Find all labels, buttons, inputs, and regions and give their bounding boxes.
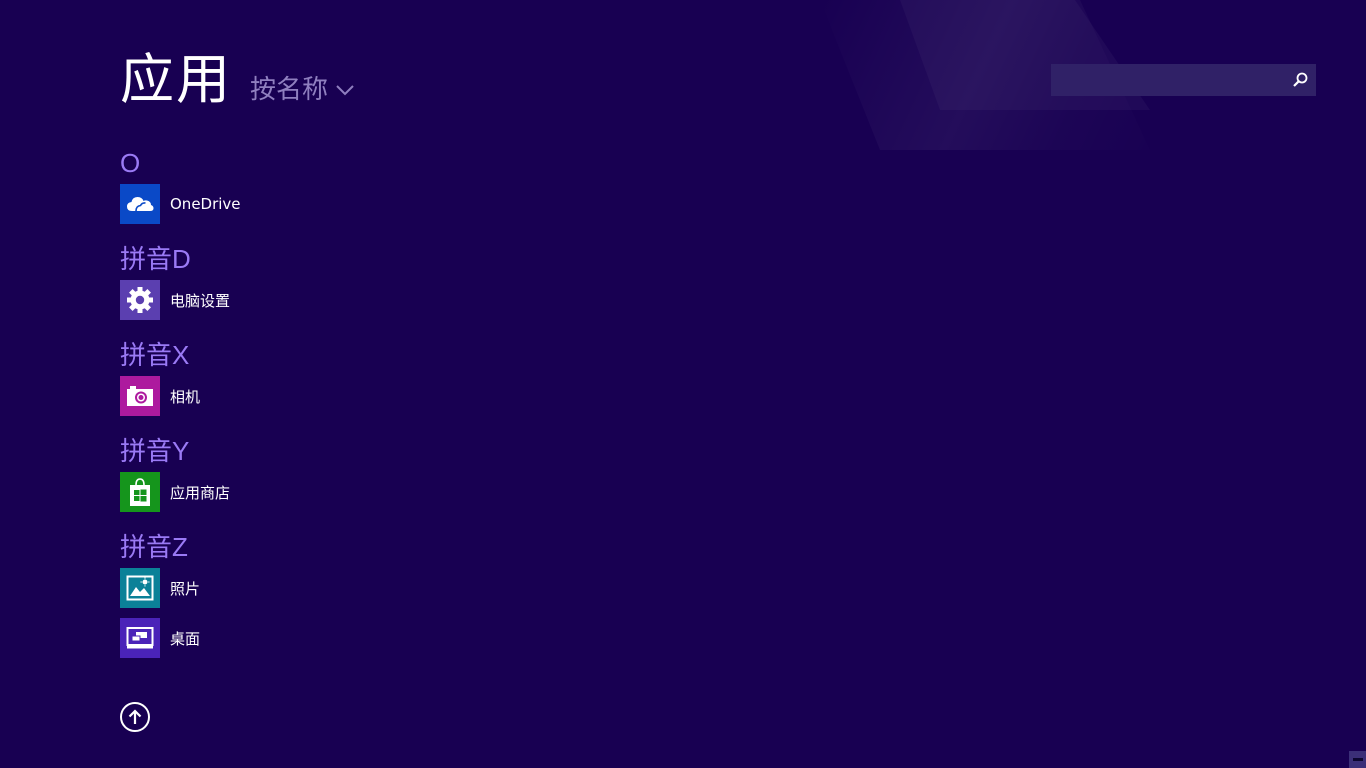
app-store[interactable]: 应用商店 bbox=[120, 472, 241, 512]
app-label-desktop: 桌面 bbox=[170, 629, 201, 648]
group-header-y[interactable]: 拼音Y bbox=[120, 436, 241, 466]
group-header-x[interactable]: 拼音X bbox=[120, 340, 241, 370]
app-list: O OneDrive 拼音D 电脑设置 拼音X 相机 拼音Y 应用商店 拼音Z … bbox=[120, 148, 241, 678]
search-icon bbox=[1293, 72, 1308, 87]
app-pc-settings[interactable]: 电脑设置 bbox=[120, 280, 241, 320]
search-input[interactable] bbox=[1051, 65, 1284, 95]
store-bag-icon bbox=[130, 478, 150, 506]
group-header-z[interactable]: 拼音Z bbox=[120, 532, 241, 562]
app-camera[interactable]: 相机 bbox=[120, 376, 241, 416]
desktop-icon bbox=[126, 627, 154, 649]
page-title: 应用 bbox=[120, 48, 232, 111]
group-z: 拼音Z 照片 桌面 bbox=[120, 532, 241, 658]
app-label-onedrive: OneDrive bbox=[170, 195, 241, 213]
app-photos[interactable]: 照片 bbox=[120, 568, 241, 608]
desktop-tile bbox=[120, 618, 160, 658]
start-apps-view: 应用 按名称 O OneDrive 拼音D 电脑设置 拼音X 相机 拼音Y 应用… bbox=[0, 0, 1366, 768]
app-desktop[interactable]: 桌面 bbox=[120, 618, 241, 658]
cloud-icon bbox=[127, 197, 154, 212]
gear-icon bbox=[127, 287, 153, 313]
apps-header: 应用 按名称 bbox=[120, 48, 354, 112]
photos-tile bbox=[120, 568, 160, 608]
minus-icon bbox=[1352, 758, 1363, 761]
store-tile bbox=[120, 472, 160, 512]
semantic-zoom-button[interactable] bbox=[1349, 751, 1366, 768]
group-d: 拼音D 电脑设置 bbox=[120, 244, 241, 320]
app-label-camera: 相机 bbox=[170, 387, 201, 406]
app-label-photos: 照片 bbox=[170, 579, 201, 598]
photo-icon bbox=[126, 575, 154, 601]
sort-by-name-dropdown[interactable]: 按名称 bbox=[250, 69, 354, 106]
back-to-start-button[interactable] bbox=[120, 702, 150, 732]
arrow-up-circle-icon bbox=[128, 709, 142, 724]
app-label-pc-settings: 电脑设置 bbox=[170, 291, 231, 310]
app-label-store: 应用商店 bbox=[170, 483, 231, 502]
group-o: O OneDrive bbox=[120, 148, 241, 224]
group-header-d[interactable]: 拼音D bbox=[120, 244, 241, 274]
onedrive-tile bbox=[120, 184, 160, 224]
chevron-down-icon bbox=[336, 84, 354, 95]
camera-icon bbox=[127, 386, 153, 406]
settings-tile bbox=[120, 280, 160, 320]
group-x: 拼音X 相机 bbox=[120, 340, 241, 416]
group-y: 拼音Y 应用商店 bbox=[120, 436, 241, 512]
search-box bbox=[1051, 64, 1316, 96]
group-header-o[interactable]: O bbox=[120, 148, 241, 178]
sort-label: 按名称 bbox=[250, 75, 329, 105]
camera-tile bbox=[120, 376, 160, 416]
app-onedrive[interactable]: OneDrive bbox=[120, 184, 241, 224]
search-button[interactable] bbox=[1284, 64, 1316, 96]
